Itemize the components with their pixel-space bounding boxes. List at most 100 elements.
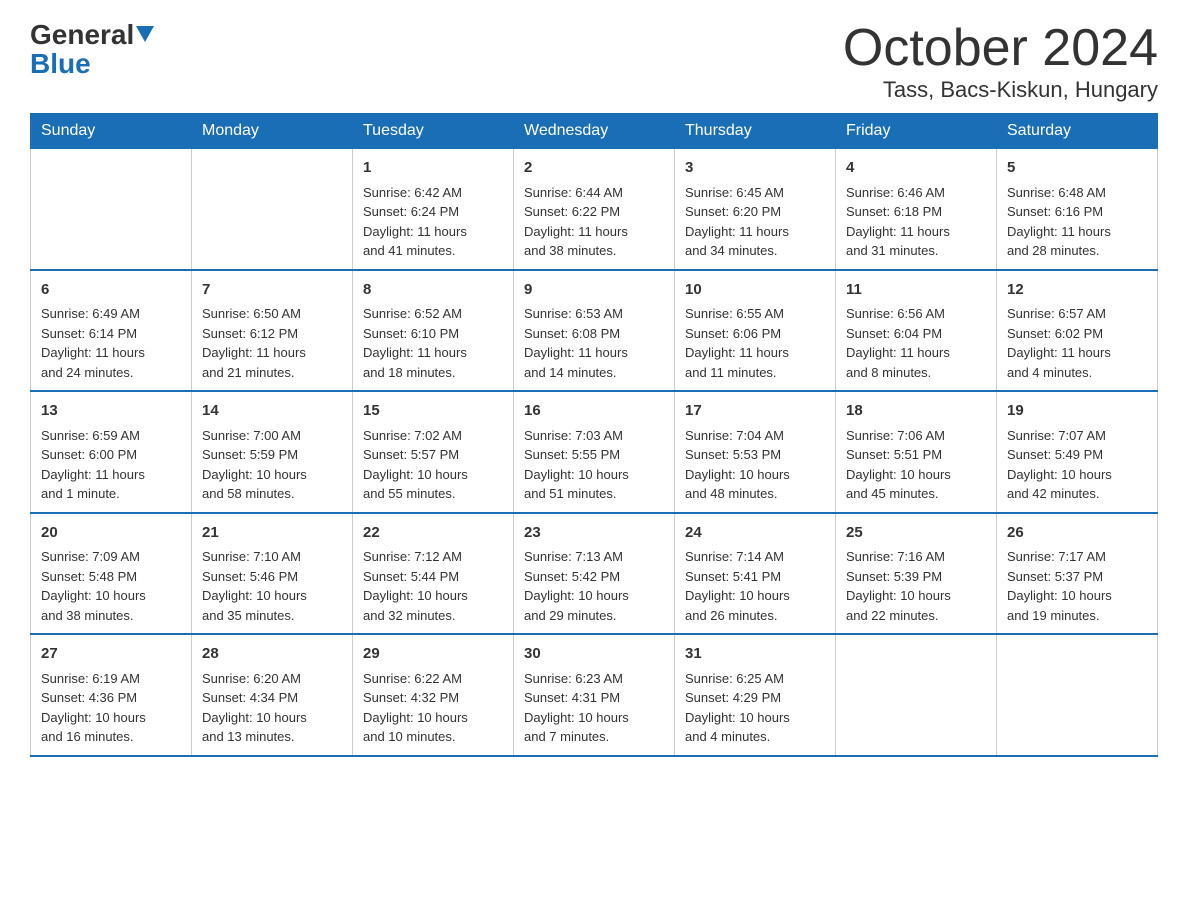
calendar-day-cell: 1Sunrise: 6:42 AM Sunset: 6:24 PM Daylig… [353,149,514,270]
day-info: Sunrise: 7:14 AM Sunset: 5:41 PM Dayligh… [685,547,825,625]
calendar-day-cell: 20Sunrise: 7:09 AM Sunset: 5:48 PM Dayli… [31,513,192,635]
calendar-day-cell: 19 Sunrise: 7:07 AM Sunset: 5:49 PM Dayli… [997,391,1158,513]
calendar-day-cell: 7Sunrise: 6:50 AM Sunset: 6:12 PM Daylig… [192,270,353,392]
day-number: 13 [41,400,181,423]
calendar-header: SundayMondayTuesdayWednesdayThursdayFrid… [31,114,1158,149]
day-info: Sunrise: 6:57 AM Sunset: 6:02 PM Dayligh… [1007,304,1147,382]
calendar-week-row: 13 Sunrise: 6:59 AM Sunset: 6:00 PM Dayli… [31,391,1158,513]
day-number: 11 [846,279,986,302]
day-info: Sunrise: 6:53 AM Sunset: 6:08 PM Dayligh… [524,304,664,382]
calendar-day-cell: 22Sunrise: 7:12 AM Sunset: 5:44 PM Dayli… [353,513,514,635]
day-info: Sunrise: 6:52 AM Sunset: 6:10 PM Dayligh… [363,304,503,382]
day-info: Sunrise: 7:13 AM Sunset: 5:42 PM Dayligh… [524,547,664,625]
calendar-header-cell: Wednesday [514,114,675,149]
day-number: 30 [524,643,664,666]
calendar-week-row: 6Sunrise: 6:49 AM Sunset: 6:14 PM Daylig… [31,270,1158,392]
day-info: Sunrise: 6:59 AM Sunset: 6:00 PM Dayligh… [41,426,181,504]
day-info: Sunrise: 6:56 AM Sunset: 6:04 PM Dayligh… [846,304,986,382]
calendar-table: SundayMondayTuesdayWednesdayThursdayFrid… [30,113,1158,757]
day-info: Sunrise: 6:48 AM Sunset: 6:16 PM Dayligh… [1007,183,1147,261]
logo-general: General [30,20,154,51]
day-info: Sunrise: 7:04 AM Sunset: 5:53 PM Dayligh… [685,426,825,504]
calendar-day-cell: 25Sunrise: 7:16 AM Sunset: 5:39 PM Dayli… [836,513,997,635]
calendar-day-cell: 3 Sunrise: 6:45 AM Sunset: 6:20 PM Daylig… [675,149,836,270]
calendar-day-cell [997,634,1158,756]
day-number: 4 [846,157,986,180]
day-number: 15 [363,400,503,423]
day-number: 10 [685,279,825,302]
day-info: Sunrise: 7:03 AM Sunset: 5:55 PM Dayligh… [524,426,664,504]
day-info: Sunrise: 7:00 AM Sunset: 5:59 PM Dayligh… [202,426,342,504]
day-info: Sunrise: 7:07 AM Sunset: 5:49 PM Dayligh… [1007,426,1147,504]
calendar-header-cell: Thursday [675,114,836,149]
day-info: Sunrise: 6:49 AM Sunset: 6:14 PM Dayligh… [41,304,181,382]
day-info: Sunrise: 6:46 AM Sunset: 6:18 PM Dayligh… [846,183,986,261]
day-number: 18 [846,400,986,423]
logo: General Blue [30,20,154,80]
day-info: Sunrise: 7:06 AM Sunset: 5:51 PM Dayligh… [846,426,986,504]
day-number: 29 [363,643,503,666]
calendar-day-cell: 31 Sunrise: 6:25 AM Sunset: 4:29 PM Dayli… [675,634,836,756]
day-number: 8 [363,279,503,302]
calendar-week-row: 27Sunrise: 6:19 AM Sunset: 4:36 PM Dayli… [31,634,1158,756]
calendar-day-cell: 2Sunrise: 6:44 AM Sunset: 6:22 PM Daylig… [514,149,675,270]
day-number: 24 [685,522,825,545]
calendar-day-cell: 8Sunrise: 6:52 AM Sunset: 6:10 PM Daylig… [353,270,514,392]
day-number: 5 [1007,157,1147,180]
day-info: Sunrise: 6:22 AM Sunset: 4:32 PM Dayligh… [363,669,503,747]
day-number: 17 [685,400,825,423]
day-info: Sunrise: 6:42 AM Sunset: 6:24 PM Dayligh… [363,183,503,261]
day-number: 28 [202,643,342,666]
day-number: 12 [1007,279,1147,302]
calendar-day-cell: 28 Sunrise: 6:20 AM Sunset: 4:34 PM Dayli… [192,634,353,756]
calendar-day-cell: 18 Sunrise: 7:06 AM Sunset: 5:51 PM Dayli… [836,391,997,513]
day-info: Sunrise: 7:02 AM Sunset: 5:57 PM Dayligh… [363,426,503,504]
day-number: 31 [685,643,825,666]
calendar-day-cell: 4 Sunrise: 6:46 AM Sunset: 6:18 PM Daylig… [836,149,997,270]
calendar-day-cell [31,149,192,270]
day-info: Sunrise: 6:25 AM Sunset: 4:29 PM Dayligh… [685,669,825,747]
day-number: 19 [1007,400,1147,423]
header-row: SundayMondayTuesdayWednesdayThursdayFrid… [31,114,1158,149]
day-info: Sunrise: 7:10 AM Sunset: 5:46 PM Dayligh… [202,547,342,625]
day-number: 16 [524,400,664,423]
calendar-day-cell: 11Sunrise: 6:56 AM Sunset: 6:04 PM Dayli… [836,270,997,392]
calendar-day-cell: 23Sunrise: 7:13 AM Sunset: 5:42 PM Dayli… [514,513,675,635]
day-info: Sunrise: 7:12 AM Sunset: 5:44 PM Dayligh… [363,547,503,625]
title-block: October 2024 Tass, Bacs-Kiskun, Hungary [843,20,1158,103]
calendar-day-cell: 27Sunrise: 6:19 AM Sunset: 4:36 PM Dayli… [31,634,192,756]
calendar-header-cell: Tuesday [353,114,514,149]
day-info: Sunrise: 6:19 AM Sunset: 4:36 PM Dayligh… [41,669,181,747]
calendar-day-cell: 14Sunrise: 7:00 AM Sunset: 5:59 PM Dayli… [192,391,353,513]
day-number: 23 [524,522,664,545]
day-number: 26 [1007,522,1147,545]
calendar-day-cell: 6Sunrise: 6:49 AM Sunset: 6:14 PM Daylig… [31,270,192,392]
day-info: Sunrise: 7:16 AM Sunset: 5:39 PM Dayligh… [846,547,986,625]
calendar-day-cell: 29 Sunrise: 6:22 AM Sunset: 4:32 PM Dayli… [353,634,514,756]
day-info: Sunrise: 6:45 AM Sunset: 6:20 PM Dayligh… [685,183,825,261]
calendar-day-cell: 10Sunrise: 6:55 AM Sunset: 6:06 PM Dayli… [675,270,836,392]
day-info: Sunrise: 7:09 AM Sunset: 5:48 PM Dayligh… [41,547,181,625]
day-info: Sunrise: 6:50 AM Sunset: 6:12 PM Dayligh… [202,304,342,382]
calendar-week-row: 1Sunrise: 6:42 AM Sunset: 6:24 PM Daylig… [31,149,1158,270]
day-number: 6 [41,279,181,302]
calendar-day-cell: 15 Sunrise: 7:02 AM Sunset: 5:57 PM Dayli… [353,391,514,513]
day-info: Sunrise: 7:17 AM Sunset: 5:37 PM Dayligh… [1007,547,1147,625]
calendar-day-cell: 16 Sunrise: 7:03 AM Sunset: 5:55 PM Dayli… [514,391,675,513]
day-number: 9 [524,279,664,302]
day-number: 3 [685,157,825,180]
day-number: 25 [846,522,986,545]
calendar-day-cell [836,634,997,756]
calendar-day-cell: 9Sunrise: 6:53 AM Sunset: 6:08 PM Daylig… [514,270,675,392]
day-info: Sunrise: 6:44 AM Sunset: 6:22 PM Dayligh… [524,183,664,261]
day-number: 20 [41,522,181,545]
day-number: 22 [363,522,503,545]
calendar-header-cell: Sunday [31,114,192,149]
calendar-day-cell: 12Sunrise: 6:57 AM Sunset: 6:02 PM Dayli… [997,270,1158,392]
calendar-day-cell: 5 Sunrise: 6:48 AM Sunset: 6:16 PM Daylig… [997,149,1158,270]
day-number: 21 [202,522,342,545]
calendar-header-cell: Monday [192,114,353,149]
calendar-week-row: 20Sunrise: 7:09 AM Sunset: 5:48 PM Dayli… [31,513,1158,635]
day-info: Sunrise: 6:20 AM Sunset: 4:34 PM Dayligh… [202,669,342,747]
calendar-day-cell: 21Sunrise: 7:10 AM Sunset: 5:46 PM Dayli… [192,513,353,635]
